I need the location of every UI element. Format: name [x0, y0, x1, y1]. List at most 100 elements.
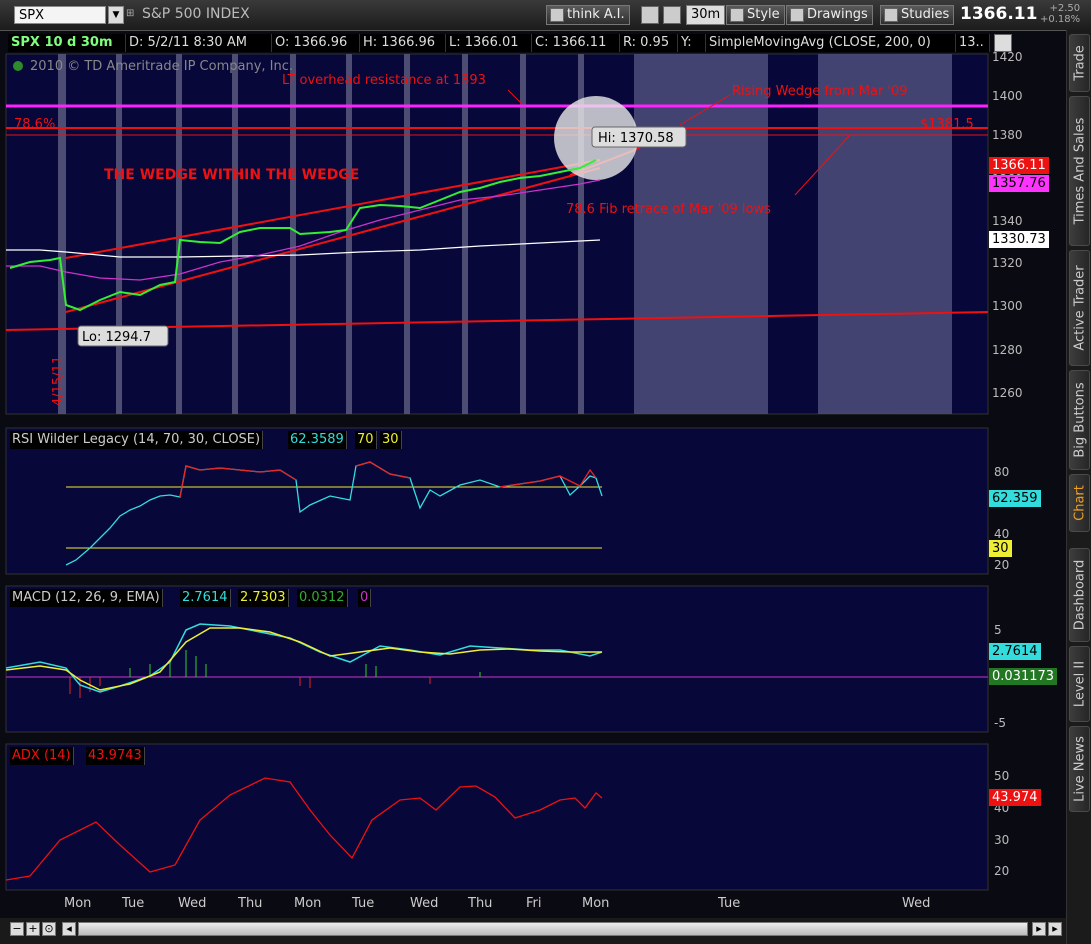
x-axis-label: Mon: [582, 896, 610, 911]
tab-label: Live News: [1072, 736, 1087, 802]
adx-pane: [5, 743, 989, 891]
session-band: [462, 54, 468, 414]
macd-study-name[interactable]: MACD (12, 26, 9, EMA): [10, 589, 163, 607]
macd-axis-label: -5: [994, 716, 1006, 730]
right-sidebar: Trade Times And Sales Active Trader Big …: [1066, 30, 1091, 944]
arrow-right-icon: ▸: [1036, 922, 1042, 935]
macd-value-tag: 2.7614: [989, 643, 1041, 660]
price-axis-label: 1320: [992, 256, 1023, 270]
fib-price-label: $1381.5: [920, 117, 974, 132]
adx-value: 43.9743: [86, 747, 145, 765]
rsi-axis-label: 20: [994, 558, 1010, 572]
price-axis-label: 1400: [992, 89, 1023, 103]
magnify-icon: ⊙: [44, 922, 54, 935]
x-axis-label: Thu: [238, 896, 263, 911]
plus-icon: +: [28, 922, 38, 935]
adx-value-tag: 43.974: [989, 789, 1041, 806]
adx-axis-label: 50: [994, 769, 1010, 783]
date-mark-label: 4/15/11: [51, 356, 66, 406]
x-axis-label: Fri: [526, 896, 542, 911]
copyright-icon: [13, 61, 23, 71]
sma200-price-tag: 1330.73: [989, 231, 1049, 248]
zoom-out-button[interactable]: −: [10, 922, 24, 936]
rsi-pane: [5, 427, 989, 575]
tab-times-and-sales[interactable]: Times And Sales: [1069, 96, 1090, 246]
tab-chart[interactable]: Chart: [1069, 474, 1090, 532]
sma50-price-tag: 1357.76: [989, 175, 1049, 192]
lt-resistance-annotation: LT overhead resistance at 1393: [282, 73, 486, 88]
horizontal-scrollbar[interactable]: [78, 922, 1028, 936]
arrow-left-icon: ◂: [66, 922, 72, 935]
x-axis-label: Tue: [122, 896, 145, 911]
last-price-tag: 1366.11: [989, 157, 1049, 174]
session-band: [290, 54, 296, 414]
macd-axis-label: 5: [994, 623, 1002, 637]
zoom-in-button[interactable]: +: [26, 922, 40, 936]
tab-trade[interactable]: Trade: [1069, 34, 1090, 92]
lo-label: Lo: 1294.7: [82, 330, 151, 345]
arrow-end-icon: ▸: [1052, 922, 1058, 935]
adx-study-name[interactable]: ADX (14): [10, 747, 74, 765]
macd-diff: 0.0312: [297, 589, 348, 607]
chart-canvas[interactable]: 2010 © TD Ameritrade IP Company, Inc. LT…: [0, 0, 1066, 944]
price-axis-label: 1340: [992, 214, 1023, 228]
tab-label: Level II: [1072, 660, 1087, 708]
tab-label: Times And Sales: [1072, 117, 1087, 225]
tab-label: Chart: [1072, 485, 1087, 521]
rsi-oversold-tag: 30: [989, 540, 1012, 557]
macd-diff-tag: 0.031173: [989, 668, 1058, 685]
price-axis-label: 1260: [992, 386, 1023, 400]
macd-value: 2.7614: [180, 589, 231, 607]
price-axis-label: 1420: [992, 50, 1023, 64]
rsi-study-name[interactable]: RSI Wilder Legacy (14, 70, 30, CLOSE): [10, 431, 264, 449]
scroll-right-button[interactable]: ▸: [1032, 922, 1046, 936]
fib-level-label: 78.6%: [14, 117, 55, 132]
session-band: [116, 54, 122, 414]
x-axis-label: Wed: [902, 896, 931, 911]
scroll-end-button[interactable]: ▸: [1048, 922, 1062, 936]
tab-dashboard[interactable]: Dashboard: [1069, 548, 1090, 642]
wedge-title-annotation: THE WEDGE WITHIN THE WEDGE: [104, 167, 359, 183]
macd-pane: [5, 585, 989, 733]
macd-average: 2.7303: [238, 589, 289, 607]
tab-label: Active Trader: [1072, 265, 1087, 351]
price-axis-label: 1300: [992, 299, 1023, 313]
thinkorswim-chart-window: SPX ▼ ⊞ S&P 500 INDEX think A.I. 30m Sty…: [0, 0, 1091, 944]
hi-label: Hi: 1370.58: [598, 131, 674, 146]
session-band: [346, 54, 352, 414]
scroll-left-button[interactable]: ◂: [62, 922, 76, 936]
zoom-fit-button[interactable]: ⊙: [42, 922, 56, 936]
tab-label: Trade: [1072, 45, 1087, 81]
future-band: [818, 54, 952, 414]
macd-zero: 0: [358, 589, 372, 607]
rsi-axis-label: 80: [994, 465, 1010, 479]
x-axis-label: Mon: [64, 896, 92, 911]
session-band: [404, 54, 410, 414]
tab-big-buttons[interactable]: Big Buttons: [1069, 370, 1090, 470]
rising-wedge-annotation: Rising Wedge from Mar '09: [732, 84, 908, 99]
price-axis-label: 1380: [992, 128, 1023, 142]
price-axis-label: 1280: [992, 343, 1023, 357]
x-axis-label: Thu: [468, 896, 493, 911]
rsi-oversold-value: 30: [380, 431, 402, 449]
minus-icon: −: [12, 922, 22, 935]
tab-label: Big Buttons: [1072, 382, 1087, 458]
rsi-overbought-value: 70: [355, 431, 377, 449]
x-axis-label: Mon: [294, 896, 322, 911]
x-axis-label: Tue: [352, 896, 375, 911]
x-axis-label: Tue: [718, 896, 741, 911]
copyright-text: 2010 © TD Ameritrade IP Company, Inc.: [30, 59, 293, 74]
session-band: [520, 54, 526, 414]
tab-live-news[interactable]: Live News: [1069, 726, 1090, 812]
adx-axis-label: 20: [994, 864, 1010, 878]
fib-retrace-annotation: 78.6 Fib retrace of Mar '09 lows: [566, 202, 771, 217]
x-axis-label: Wed: [410, 896, 439, 911]
session-band: [176, 54, 182, 414]
x-axis-label: Wed: [178, 896, 207, 911]
future-band: [634, 54, 768, 414]
adx-axis-label: 30: [994, 833, 1010, 847]
tab-active-trader[interactable]: Active Trader: [1069, 250, 1090, 366]
rsi-axis-label: 40: [994, 527, 1010, 541]
tab-level-ii[interactable]: Level II: [1069, 646, 1090, 722]
rsi-value: 62.3589: [288, 431, 347, 449]
